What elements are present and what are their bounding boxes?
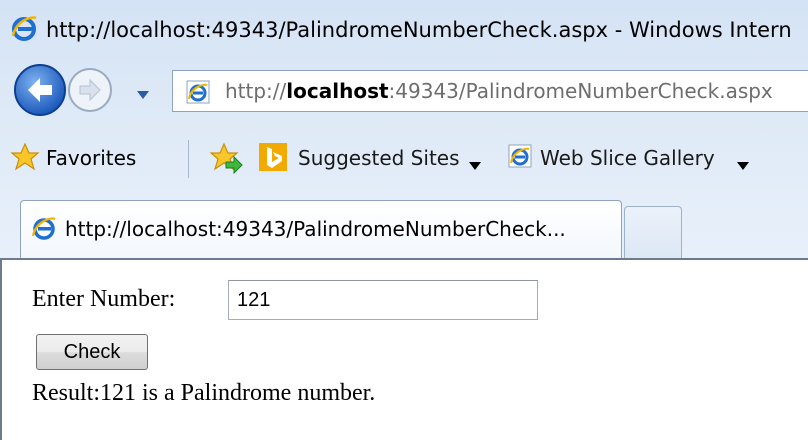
page-content: Enter Number: Check Result:121 is a Pali…	[0, 258, 808, 440]
favorites-star-icon[interactable]	[10, 142, 40, 176]
number-input[interactable]	[228, 280, 538, 320]
check-button[interactable]: Check	[36, 334, 148, 370]
address-bar[interactable]: http://localhost:49343/PalindromeNumberC…	[172, 70, 808, 112]
ie-page-icon	[185, 79, 211, 109]
chevron-down-icon[interactable]	[468, 156, 482, 175]
navigation-bar: http://localhost:49343/PalindromeNumberC…	[0, 62, 808, 124]
web-slice-gallery-link[interactable]: Web Slice Gallery	[540, 146, 715, 170]
browser-chrome: http://localhost:49343/PalindromeNumberC…	[0, 0, 808, 260]
suggested-sites-link[interactable]: Suggested Sites	[298, 146, 460, 170]
enter-number-label: Enter Number:	[32, 286, 176, 312]
add-to-favorites-bar-icon[interactable]	[209, 142, 244, 176]
toolbar-separator	[188, 140, 189, 178]
ie-logo-icon	[10, 14, 38, 46]
favorites-bar: Favorites Suggested Sites Web Slice Gall…	[0, 132, 808, 190]
favorites-button[interactable]: Favorites	[46, 146, 136, 170]
result-label: Result:121 is a Palindrome number.	[32, 380, 376, 406]
forward-arrow-icon[interactable]	[66, 66, 114, 114]
tab-bar: http://localhost:49343/PalindromeNumberC…	[0, 192, 808, 259]
ie-logo-icon	[31, 215, 57, 245]
tab-palindrome-check[interactable]: http://localhost:49343/PalindromeNumberC…	[20, 200, 622, 259]
bing-icon	[258, 142, 288, 176]
title-bar: http://localhost:49343/PalindromeNumberC…	[0, 0, 808, 58]
ie-page-icon	[506, 142, 534, 176]
window-title: http://localhost:49343/PalindromeNumberC…	[46, 18, 792, 42]
tab-label: http://localhost:49343/PalindromeNumberC…	[65, 217, 566, 241]
new-tab-button[interactable]	[624, 206, 682, 259]
back-arrow-icon[interactable]	[12, 62, 68, 118]
address-url: http://localhost:49343/PalindromeNumberC…	[225, 79, 773, 103]
recent-pages-dropdown-icon[interactable]	[136, 86, 150, 99]
chevron-down-icon[interactable]	[736, 156, 750, 175]
